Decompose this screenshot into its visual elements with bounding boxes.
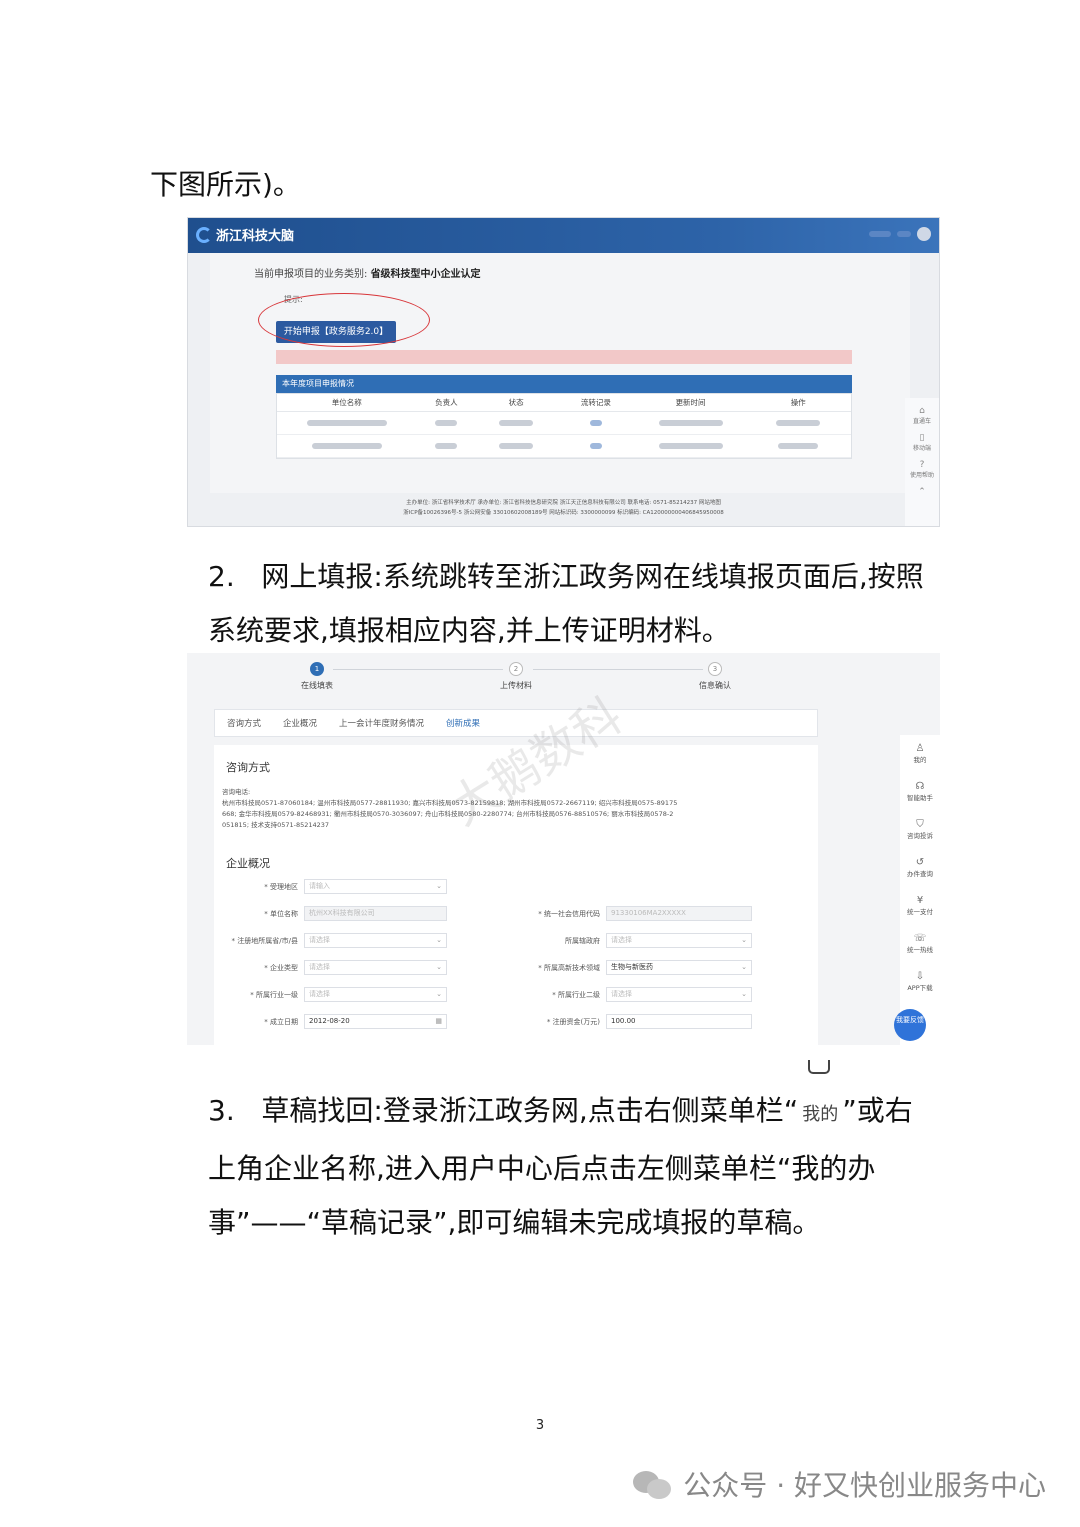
- chevron-down-icon: ⌄: [741, 963, 747, 971]
- chevron-down-icon: ⌄: [741, 936, 747, 944]
- hitech-select[interactable]: 生物与新医药 ⌄: [606, 960, 752, 975]
- chevron-down-icon: ⌄: [436, 882, 442, 890]
- site-logo[interactable]: 浙江科技大脑: [196, 225, 294, 244]
- yen-icon: ¥: [916, 895, 924, 906]
- feedback-button[interactable]: 我要反馈: [894, 1009, 926, 1041]
- consult-title: 咨询方式: [226, 761, 270, 774]
- account-watermark: 公众号 · 好又快创业服务中心: [633, 1464, 1046, 1504]
- gov-select[interactable]: 请选择 ⌄: [606, 933, 752, 948]
- ind2-label: * 所属行业二级: [552, 991, 600, 999]
- alert-bar: [276, 350, 852, 364]
- car-icon: ⌂: [919, 406, 925, 416]
- wechat-icon: [633, 1469, 673, 1499]
- credit-code-input[interactable]: 91330106MA2XXXXX: [606, 906, 752, 921]
- highlight-circle: [258, 293, 430, 347]
- sidebar-item-mobile[interactable]: ▯ 移动端: [905, 433, 939, 452]
- apply-table: 单位名称 负责人 状态 流转记录 更新时间 操作: [276, 393, 852, 459]
- screenshot-apply-page: 浙江科技大脑 当前申报项目的业务类别: 省级科技型中小企业认定 提示: 开始申报…: [187, 217, 940, 527]
- sidebar-item-assistant[interactable]: ☊ 智能助手: [900, 773, 940, 811]
- item-2: 2. 网上填报:系统跳转至浙江政务网在线填报页面后,按照系统要求,填报相应内容,…: [208, 560, 924, 647]
- sidebar-item-hotline[interactable]: ☏ 统一热线: [900, 925, 940, 963]
- company-title: 企业概况: [226, 857, 270, 870]
- col-header: 操作: [790, 398, 806, 407]
- sidebar-item-payment[interactable]: ¥ 统一支付: [900, 887, 940, 925]
- step-3: 3 信息确认: [675, 662, 755, 691]
- chevron-down-icon: ⌄: [436, 990, 442, 998]
- hitech-label: * 所属高新技术领域: [538, 964, 600, 972]
- screenshot-fill-form: 1 在线填表 2 上传材料 3 信息确认 咨询方式 企业概况 上一会计年度财务情况 创…: [187, 653, 940, 1045]
- name-label: * 单位名称: [264, 910, 298, 918]
- sidebar-item-direct[interactable]: ⌂ 直通车: [905, 406, 939, 425]
- sidebar-item-mine[interactable]: ♙ 我的: [900, 735, 940, 773]
- company-name-input[interactable]: 杭州XX科技有限公司: [304, 906, 447, 921]
- avatar-icon: [917, 227, 931, 241]
- chevron-down-icon: ⌄: [436, 963, 442, 971]
- sidebar-item-app[interactable]: ⇩ APP下载: [900, 963, 940, 1001]
- gov-label: 所属辖政府: [565, 937, 600, 945]
- ind1-label: * 所属行业一级: [250, 991, 298, 999]
- sidebar-item-query[interactable]: ↺ 办件查询: [900, 849, 940, 887]
- shield-icon: ⛉: [916, 819, 924, 830]
- industry-1-select[interactable]: 请选择 ⌄: [304, 987, 447, 1002]
- item-3: 3. 草稿找回:登录浙江政务网,点击右侧菜单栏“ 我的 ”或右上角企业名称,进入用户…: [150, 1060, 940, 1250]
- tab-innovation[interactable]: 创新成果: [446, 717, 480, 729]
- capital-label: * 注册资金(万元): [546, 1018, 600, 1026]
- business-type: 当前申报项目的业务类别: 省级科技型中小企业认定: [254, 269, 481, 280]
- reg-region-select[interactable]: 请选择 ⌄: [304, 933, 447, 948]
- table-row[interactable]: [277, 412, 851, 435]
- company-type-select[interactable]: 请选择 ⌄: [304, 960, 447, 975]
- capital-input[interactable]: 100.00: [606, 1014, 752, 1029]
- table-title: 本年度项目申报情况: [276, 375, 852, 393]
- step-1: 1 在线填表: [277, 662, 357, 691]
- credit-label: * 统一社会信用代码: [538, 910, 600, 918]
- mine-inline-icon: 我的: [798, 1060, 842, 1142]
- right-sidebar: ♙ 我的 ☊ 智能助手 ⛉ 咨询投诉 ↺ 办件查询 ¥ 统一支付 ☏ 统一热线 ⇩ APP下载: [900, 735, 940, 1045]
- mobile-icon: ▯: [919, 433, 925, 443]
- chevron-down-icon: ⌄: [741, 990, 747, 998]
- tab-consult[interactable]: 咨询方式: [227, 717, 261, 729]
- help-icon: ?: [919, 460, 925, 470]
- progress-steps: 1 在线填表 2 上传材料 3 信息确认: [187, 653, 940, 703]
- sidebar-item-complaint[interactable]: ⛉ 咨询投诉: [900, 811, 940, 849]
- tab-company[interactable]: 企业概况: [283, 717, 317, 729]
- step-2: 2 上传材料: [476, 662, 556, 691]
- col-header: 单位名称: [331, 398, 362, 407]
- col-header: 负责人: [435, 398, 458, 407]
- col-header: 更新时间: [675, 398, 706, 407]
- brain-logo-icon: [196, 226, 212, 243]
- user-icon: [808, 1060, 831, 1074]
- sidebar-item-help[interactable]: ? 使用帮助: [905, 460, 939, 479]
- site-footer: 主办单位: 浙江省科学技术厅 承办单位: 浙江省科技信息研究院 浙江天正信息科技…: [403, 500, 724, 516]
- download-icon: ⇩: [915, 971, 925, 982]
- page-number: 3: [535, 1418, 545, 1433]
- col-header: 流转记录: [580, 398, 611, 407]
- col-header: 状态: [508, 398, 524, 407]
- calendar-icon: ▦: [435, 1017, 442, 1025]
- user-area[interactable]: [869, 227, 931, 241]
- table-row[interactable]: [277, 435, 851, 458]
- chevron-down-icon: ⌄: [436, 936, 442, 944]
- region-select[interactable]: 请输入 ⌄: [304, 879, 447, 894]
- industry-2-select[interactable]: 请选择 ⌄: [606, 987, 752, 1002]
- history-icon: ↺: [915, 857, 925, 868]
- phone-icon: ☏: [913, 933, 927, 944]
- tab-finance[interactable]: 上一会计年度财务情况: [339, 717, 424, 729]
- date-label: * 成立日期: [264, 1018, 298, 1026]
- site-header: 浙江科技大脑: [188, 218, 939, 253]
- reg-label: * 注册地所属省/市/县: [231, 937, 298, 945]
- region-label: * 受理地区: [264, 883, 298, 891]
- type-label: * 企业类型: [264, 964, 298, 972]
- user-icon: ♙: [915, 743, 925, 754]
- intro-text: 下图所示)。: [150, 168, 301, 201]
- table-header-row: 单位名称 负责人 状态 流转记录 更新时间 操作: [277, 394, 851, 412]
- founded-date-input[interactable]: 2012-08-20 ▦: [304, 1014, 447, 1029]
- headset-icon: ☊: [915, 781, 925, 792]
